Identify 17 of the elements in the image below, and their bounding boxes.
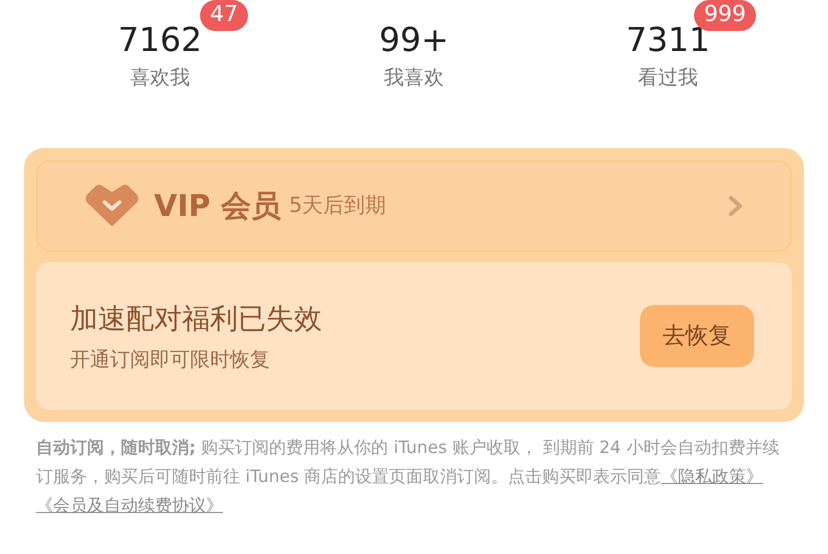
vip-title: VIP 会员 (154, 188, 281, 226)
stat-label[interactable]: 喜欢我 (130, 62, 190, 92)
count-badge: 47 (200, 0, 248, 31)
stat-label[interactable]: 看过我 (638, 62, 698, 92)
heart-icon (84, 183, 140, 229)
stat-label[interactable]: 我喜欢 (384, 62, 444, 92)
agreement-link[interactable]: 《会员及自动续费协议》 (36, 496, 223, 516)
stat-count[interactable]: 99+ (379, 20, 449, 59)
restore-button[interactable]: 去恢复 (640, 305, 754, 367)
chevron-right-icon (728, 195, 744, 217)
stat-count[interactable]: 7162 (118, 20, 202, 59)
expiry-text: 5天后到期 (288, 192, 386, 220)
agreement-link[interactable]: 《隐私政策》 (661, 467, 764, 487)
benefit-title: 加速配对福利已失效 (70, 301, 322, 337)
benefit-subtitle: 开通订阅即可限时恢复 (70, 346, 271, 373)
terms-text: 自动订阅，随时取消; 购买订阅的费用将从你的 iTunes 账户收取， 到期前 24 小时会自动扣费并续订服务，购买后可随时前往 iTunes 商店的设置页面取消订阅。点击购买即表示同意《隐私政策》 《会员及自动续费协议》 (35, 437, 780, 518)
vip-banner[interactable]: VIP 会员 5天后到期 (36, 160, 792, 252)
